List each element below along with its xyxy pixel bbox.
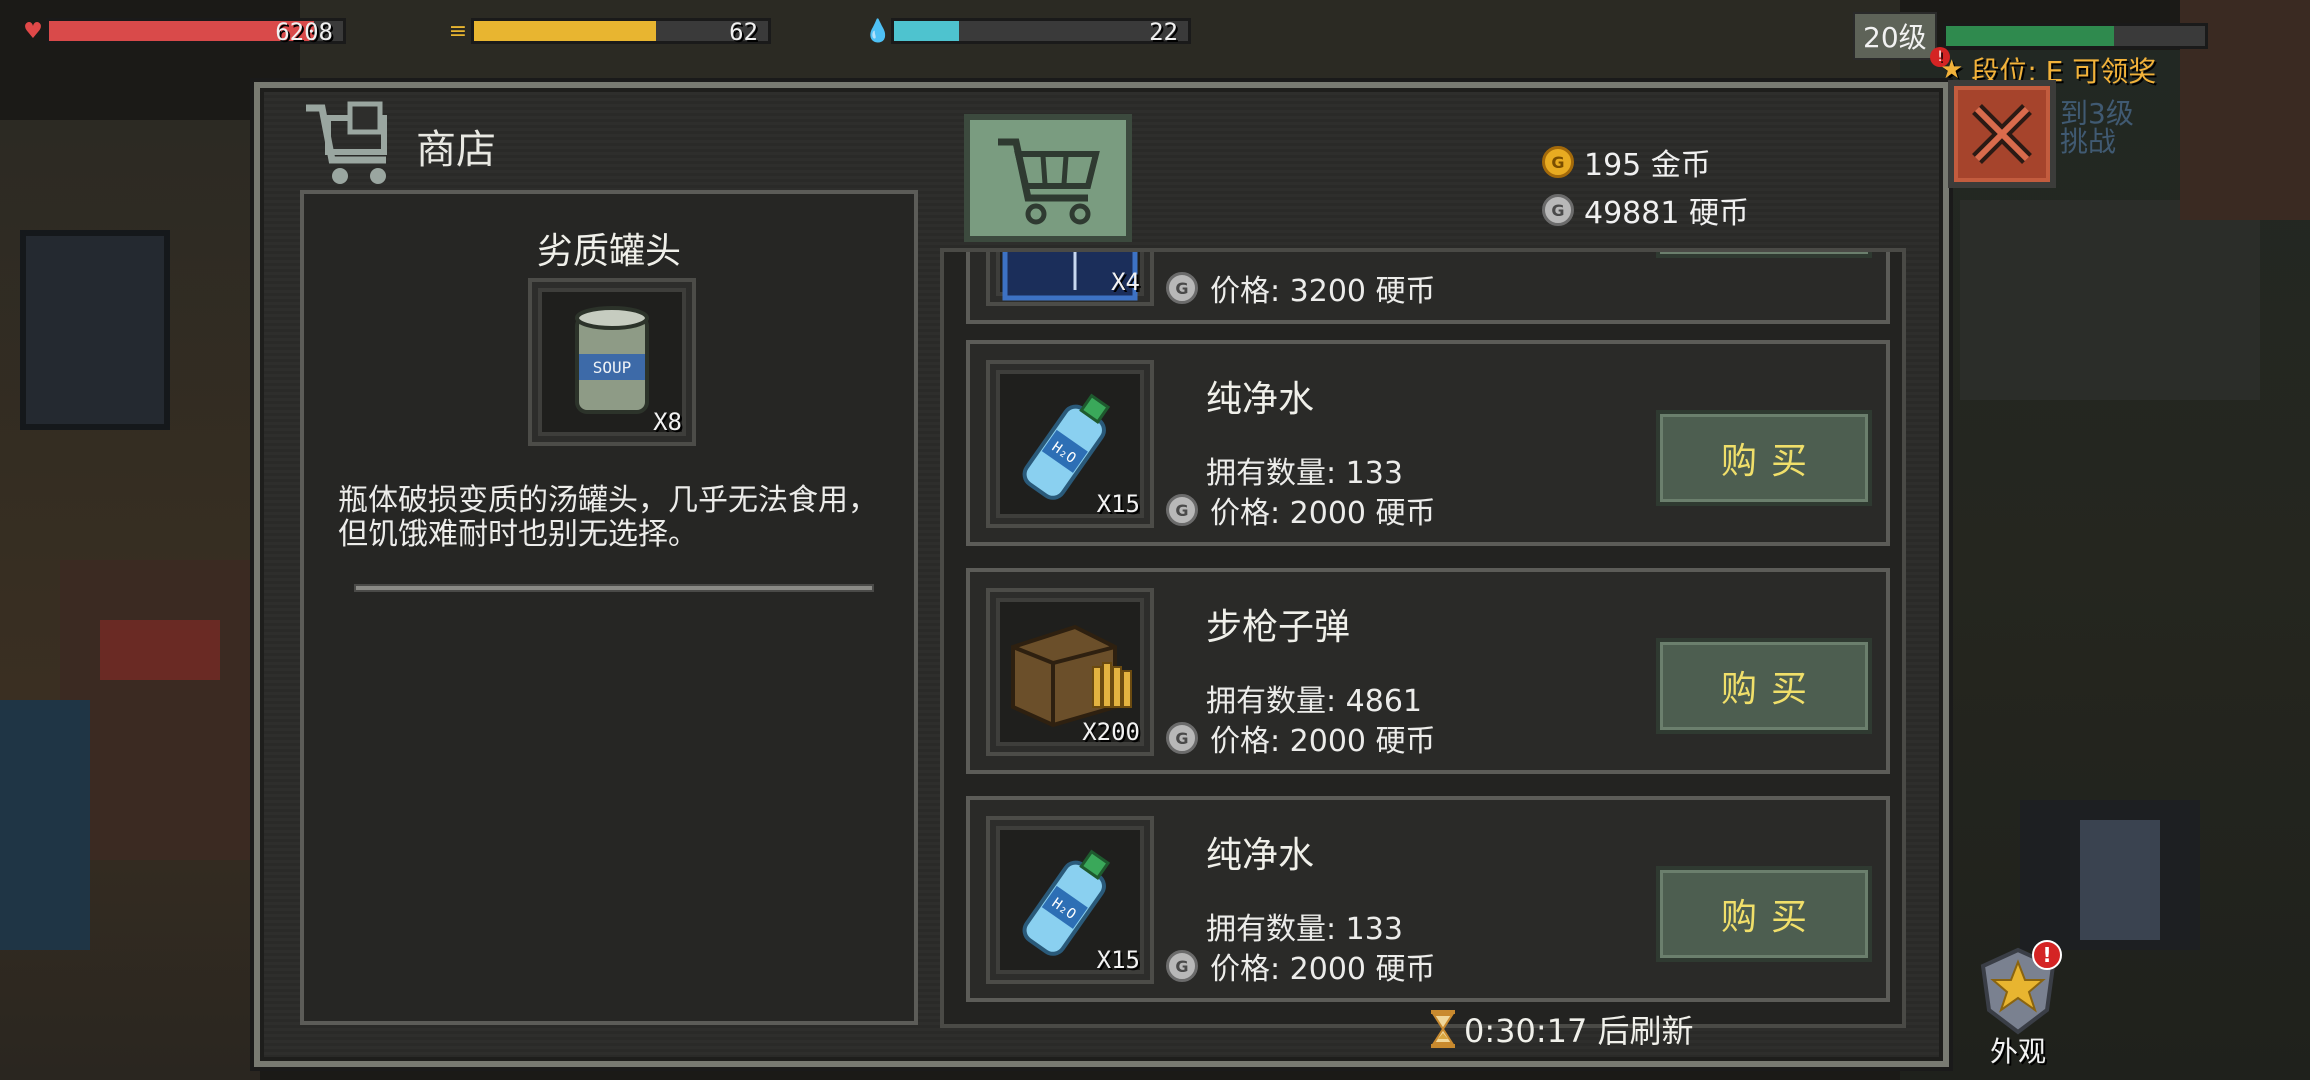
heart-icon: ♥ — [23, 18, 43, 44]
item-price-text: 价格: 3200 硬币 — [1210, 274, 1436, 309]
shop-title: 商店 — [416, 127, 496, 173]
item-name: 纯净水 — [1206, 379, 1315, 420]
shop-item-row[interactable]: H₂O X15 纯净水 拥有数量: 133 G 价格: 2000 硬币 购买 — [966, 340, 1890, 546]
item-slot: X4 — [986, 252, 1154, 306]
item-price-text: 价格: 2000 硬币 — [1210, 724, 1436, 759]
item-owned: 拥有数量: 133 — [1206, 912, 1403, 947]
health-bar: ♥ 6208 — [20, 14, 346, 48]
refresh-timer: 0:30:17 后刷新 — [1430, 1006, 1694, 1052]
hunger-bar: ≡ 62 — [445, 14, 771, 48]
silver-coin-icon: G — [1542, 194, 1574, 226]
silver-coin-icon: G — [1166, 950, 1198, 982]
burger-icon: ≡ — [448, 18, 468, 44]
shop-item-list[interactable]: X4 G 价格: 3200 硬币 H₂O X15 纯净水 拥有数量: 133 G… — [940, 248, 1906, 1028]
rank-alert-badge: ! — [1930, 47, 1950, 67]
health-value: 6208 — [275, 18, 333, 46]
appearance-alert-badge: ! — [2032, 940, 2062, 970]
soup-can-icon: SOUP — [575, 306, 649, 414]
water-bottle-icon: H₂O — [1022, 849, 1111, 956]
item-price-text: 价格: 2000 硬币 — [1210, 952, 1436, 987]
item-price: G 价格: 2000 硬币 — [1166, 488, 1436, 532]
thirst-value: 22 — [1149, 18, 1178, 46]
item-qty: X15 — [1096, 490, 1140, 518]
item-slot: H₂O X15 — [986, 360, 1154, 528]
hourglass-icon — [1431, 1010, 1455, 1048]
silver-coin-icon: G — [1166, 494, 1198, 526]
thirst-fill — [894, 21, 959, 41]
xp-fill — [1945, 26, 2114, 46]
challenge-hint-line2: 挑战 — [2060, 125, 2117, 158]
item-qty: X200 — [1082, 718, 1140, 746]
shop-header: 商店 — [302, 98, 496, 194]
cart-tab-icon — [998, 138, 1100, 225]
water-drop-icon: 💧 — [864, 18, 892, 44]
detail-item-description: 瓶体破损变质的汤罐头，几乎无法食用，但饥饿难耐时也别无选择。 — [338, 483, 878, 552]
buy-button[interactable]: 购买 — [1656, 866, 1872, 962]
item-price-text: 价格: 2000 硬币 — [1210, 496, 1436, 531]
item-qty: X15 — [1096, 946, 1140, 974]
shop-item-row[interactable]: X4 G 价格: 3200 硬币 — [966, 252, 1890, 324]
detail-item-name: 劣质罐头 — [536, 231, 681, 272]
hunger-fill — [474, 21, 657, 41]
item-detail-panel: 劣质罐头 SOUP X8 瓶体破损变质的汤罐头，几乎无法食用，但饥饿难耐时也别无… — [300, 190, 918, 1025]
detail-item-qty: X8 — [653, 408, 682, 436]
silver-coin-icon: G — [1166, 722, 1198, 754]
thirst-bar: 💧 22 — [864, 14, 1191, 48]
appearance-button[interactable]: ! 外观 — [1968, 940, 2068, 1070]
tab-shop[interactable] — [964, 114, 1132, 242]
item-slot: X200 — [986, 588, 1154, 756]
coin-amount: 49881 硬币 — [1584, 196, 1749, 231]
currency-display: G 195 金币 G 49881 硬币 — [1542, 138, 1749, 234]
health-fill — [49, 21, 314, 41]
item-price: G 价格: 2000 硬币 — [1166, 716, 1436, 760]
water-bottle-icon: H₂O — [1022, 393, 1111, 500]
soup-can-label: SOUP — [593, 358, 632, 377]
shop-window: 商店 G 195 金币 G 49881 硬币 劣质罐头 SOUP X8 瓶体破损… — [254, 80, 2056, 1067]
shop-item-row[interactable]: H₂O X15 纯净水 拥有数量: 133 G 价格: 2000 硬币 购买 — [966, 796, 1890, 1002]
rifle-ammo-icon — [1011, 624, 1132, 727]
appearance-label: 外观 — [1989, 1035, 2046, 1068]
item-owned: 拥有数量: 4861 — [1206, 684, 1422, 719]
item-slot: H₂O X15 — [986, 816, 1154, 984]
silver-coin-icon: G — [1166, 272, 1198, 304]
buy-button[interactable]: 购买 — [1656, 410, 1872, 506]
buy-button[interactable] — [1656, 252, 1872, 258]
close-button[interactable] — [1948, 80, 2056, 188]
close-icon — [1972, 104, 2032, 164]
cart-icon — [302, 98, 402, 194]
detail-item-slot: SOUP X8 — [528, 278, 696, 446]
shop-item-row[interactable]: X200 步枪子弹 拥有数量: 4861 G 价格: 2000 硬币 购买 — [966, 568, 1890, 774]
item-price: G 价格: 2000 硬币 — [1166, 944, 1436, 988]
gold-coin-icon: G — [1542, 146, 1574, 178]
detail-divider — [354, 584, 874, 592]
item-qty: X4 — [1111, 268, 1140, 296]
level-label: 20级 — [1853, 12, 1937, 60]
item-name: 步枪子弹 — [1206, 607, 1351, 648]
item-owned: 拥有数量: 133 — [1206, 456, 1403, 491]
item-name: 纯净水 — [1206, 835, 1315, 876]
hunger-value: 62 — [729, 18, 758, 46]
buy-button[interactable]: 购买 — [1656, 638, 1872, 734]
item-price: G 价格: 3200 硬币 — [1166, 266, 1436, 310]
gold-amount: 195 金币 — [1584, 148, 1711, 183]
refresh-text: 0:30:17 后刷新 — [1464, 1012, 1694, 1050]
